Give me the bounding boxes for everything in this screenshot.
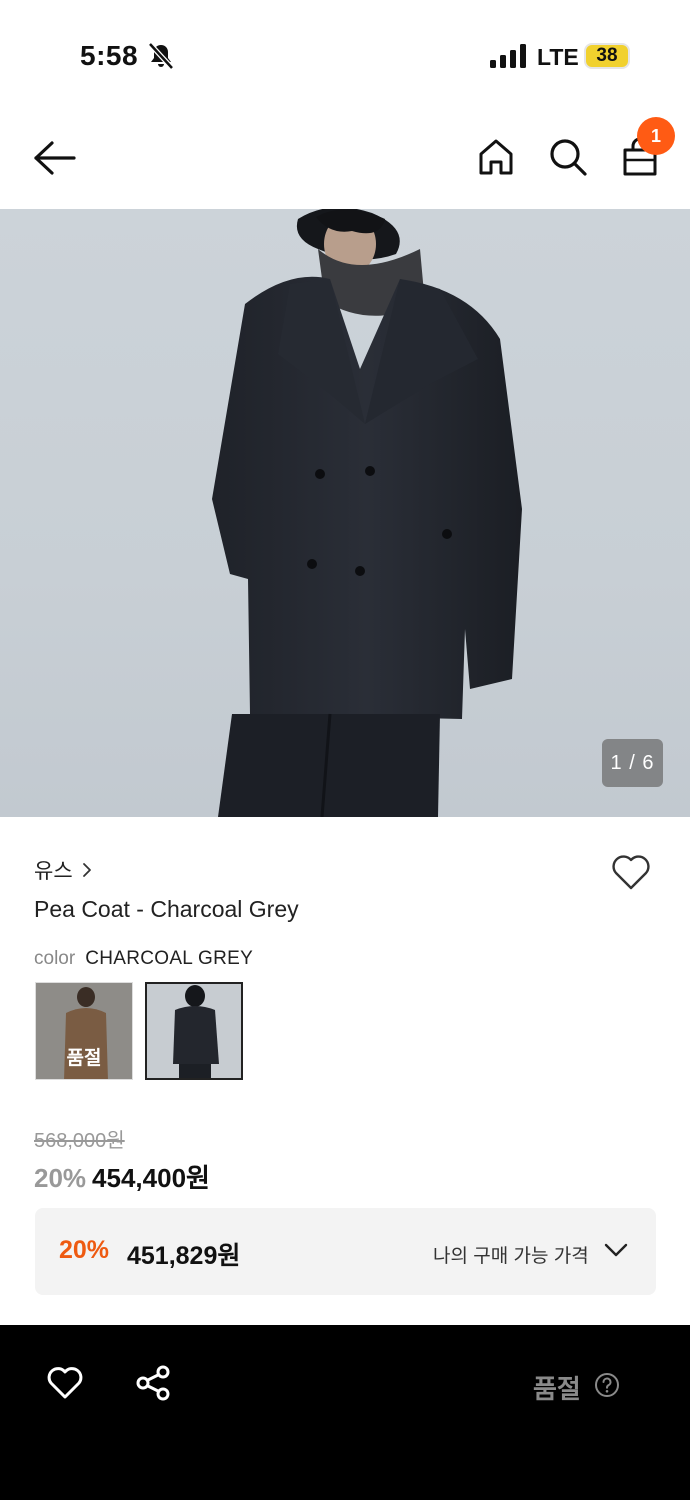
my-price-dropdown[interactable]: 20% 451,829원 나의 구매 가능 가격 (35, 1208, 656, 1295)
share-icon[interactable] (135, 1365, 171, 1401)
my-price-value: 451,829원 (127, 1242, 241, 1270)
chevron-right-icon (82, 863, 91, 877)
color-label: color (34, 948, 76, 969)
status-time: 5:58 (80, 40, 139, 71)
soldout-status: 품절 (533, 1374, 581, 1404)
help-icon[interactable] (594, 1372, 620, 1398)
home-icon[interactable] (476, 136, 516, 178)
swatch-thumbnail (147, 984, 241, 1078)
bell-off-icon (148, 42, 174, 70)
chevron-down-icon (604, 1243, 628, 1257)
brand-name: 유스 (34, 860, 73, 883)
brand-link[interactable]: 유스 (34, 855, 93, 885)
wishlist-heart-icon[interactable] (610, 852, 652, 892)
signal-icon (490, 44, 526, 68)
discount-rate: 20% (34, 1163, 87, 1193)
search-icon[interactable] (547, 136, 589, 178)
color-value: CHARCOAL GREY (85, 948, 254, 969)
product-photo-illustration (212, 209, 522, 817)
top-nav-bar (0, 110, 690, 208)
back-arrow-icon[interactable] (30, 138, 78, 178)
sale-price-row: 20% 454,400원 (34, 1158, 210, 1195)
soldout-label: 품절 (66, 1048, 102, 1069)
network-type: LTE (537, 44, 579, 70)
cart-count-badge: 1 (637, 117, 675, 155)
my-price-discount: 20% (59, 1236, 110, 1264)
color-row: color CHARCOAL GREY (34, 948, 253, 970)
product-image[interactable] (0, 209, 690, 817)
product-name: Pea Coat - Charcoal Grey (34, 896, 299, 922)
image-counter: 1 / 6 (602, 739, 663, 787)
color-swatch-brown[interactable]: 품절 (35, 982, 133, 1080)
original-price: 568,000원 (34, 1130, 125, 1152)
my-price-label: 나의 구매 가능 가격 (433, 1246, 589, 1267)
battery-indicator: 38 (584, 43, 630, 69)
heart-icon[interactable] (46, 1365, 84, 1401)
color-swatch-charcoal-grey[interactable] (145, 982, 243, 1080)
sale-price: 454,400원 (92, 1163, 210, 1193)
status-bar: 5:58 LTE 38 (0, 0, 690, 110)
bottom-action-bar: 품절 (0, 1325, 690, 1500)
